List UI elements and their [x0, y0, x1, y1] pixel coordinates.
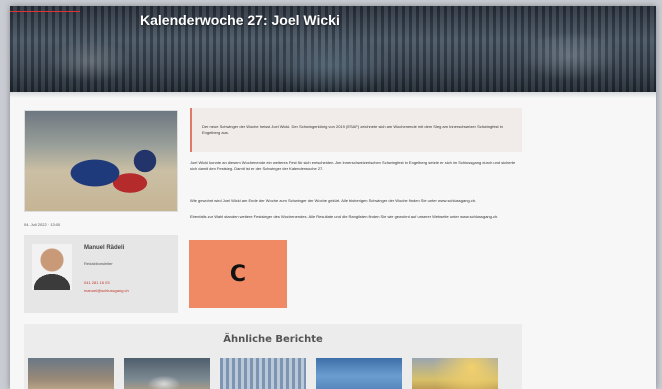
similar-reports-title: Ähnliche Berichte [223, 334, 323, 345]
intro-text: Der neue Schwinger der Woche heisst Joel… [202, 124, 503, 135]
article-page: Kalenderwoche 27: Joel Wicki 04. Juli 20… [10, 6, 656, 389]
similar-report-thumbnail[interactable] [28, 358, 114, 389]
article-paragraph: Ebenfalls zur Wahl standen weitere Fests… [190, 214, 499, 219]
author-role: Redaktionsleiter [84, 261, 113, 266]
similar-report-thumbnail[interactable] [412, 358, 498, 389]
hero-banner-image: Kalenderwoche 27: Joel Wicki [10, 6, 656, 92]
accent-line [10, 11, 80, 12]
similar-report-thumbnail[interactable] [316, 358, 402, 389]
hero-fade [10, 92, 656, 98]
article-photo[interactable] [24, 110, 178, 212]
author-name: Manuel Rädeli [84, 245, 125, 251]
author-card: Manuel Rädeli Redaktionsleiter 041 281 1… [24, 235, 178, 313]
article-paragraph: Wie gewohnt wird Joel Wicki am Ende der … [190, 198, 477, 203]
article-paragraph: Joel Wicki konnte an diesem Wochenende e… [190, 160, 516, 171]
label-badge: C [189, 240, 287, 308]
author-phone-link[interactable]: 041 281 16 03 [84, 280, 110, 285]
similar-report-thumbnail[interactable] [220, 358, 306, 389]
similar-report-thumbnail[interactable] [124, 358, 210, 389]
page-title: Kalenderwoche 27: Joel Wicki [140, 12, 340, 28]
author-avatar [32, 244, 72, 290]
similar-reports-section: Ähnliche Berichte [24, 324, 522, 389]
author-email-link[interactable]: manuel@schlussgang.ch [84, 288, 129, 293]
article-date: 04. Juli 2022 · 13:00 [24, 222, 61, 227]
article-intro: Der neue Schwinger der Woche heisst Joel… [190, 108, 522, 152]
